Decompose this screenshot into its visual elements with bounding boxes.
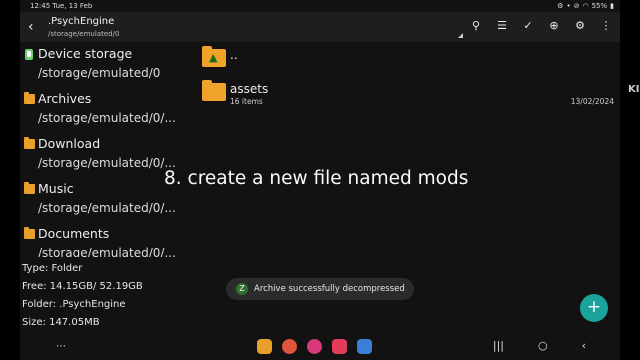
sidebar-item-path: /storage/emulated/0/... [38, 201, 176, 215]
app-drawer-icon[interactable]: ⋯ [56, 341, 66, 352]
device-storage-icon [25, 49, 33, 60]
info-type: Type: Folder [22, 263, 83, 274]
recents-icon[interactable]: ||| [493, 339, 504, 352]
sidebar-item-documents[interactable]: Documents /storage/emulated/0/... [20, 222, 196, 257]
sidebar-item-path: /storage/emulated/0 [38, 66, 161, 80]
status-bar: 12:45 Tue, 13 Feb ⚙ • ⊘ ◠ 55% ▮ [20, 0, 620, 12]
battery-icon: ▮ [610, 2, 614, 10]
gallery-app-icon[interactable] [307, 339, 322, 354]
toast-message: Z Archive successfully decompressed [226, 278, 414, 300]
mute-icon: ⊘ [573, 2, 580, 10]
add-fab-button[interactable]: + [580, 294, 608, 322]
settings-icon: ⚙ [557, 2, 564, 10]
sidebar-item-label: Device storage [38, 46, 133, 61]
back-arrow-icon[interactable]: ‹ [28, 18, 42, 36]
sidebar-item-path: /storage/emulated/0/... [38, 156, 176, 170]
status-icons: ⚙ • ⊘ ◠ 55% ▮ [557, 2, 614, 10]
folder-icon [202, 80, 226, 101]
info-free-space: Free: 14.15GB/ 52.19GB [22, 281, 143, 292]
status-time: 12:45 Tue, 13 Feb [30, 2, 93, 10]
info-folder: Folder: .PsychEngine [22, 299, 126, 310]
contacts-app-icon[interactable] [282, 339, 297, 354]
camera-app-icon[interactable] [332, 339, 347, 354]
app-dock [257, 339, 372, 354]
page-title: .PsychEngine [48, 16, 115, 27]
file-name: assets [230, 82, 269, 96]
file-name: .. [230, 48, 238, 62]
system-nav-bar: ⋯ ||| ○ ‹ [20, 334, 620, 360]
sidebar-item-path: /storage/emulated/0/... [38, 246, 176, 257]
sidebar-item-label: Music [38, 181, 74, 196]
file-item-count: 16 items [230, 97, 263, 106]
sidebar-item-archives[interactable]: Archives /storage/emulated/0/... [20, 87, 196, 132]
toast-text: Archive successfully decompressed [254, 284, 405, 294]
sidebar-item-path: /storage/emulated/0/... [38, 111, 176, 125]
tutorial-caption: 8. create a new file named mods [164, 168, 469, 189]
file-date: 13/02/2024 [570, 97, 614, 106]
calendar-app-icon[interactable] [357, 339, 372, 354]
sidebar-item-device-storage[interactable]: Device storage /storage/emulated/0 [20, 42, 196, 87]
folder-icon [24, 182, 35, 194]
sidebar-item-label: Download [38, 136, 101, 151]
app-screen: 12:45 Tue, 13 Feb ⚙ • ⊘ ◠ 55% ▮ ‹ .Psych… [20, 0, 620, 360]
sidebar-item-label: Documents [38, 226, 110, 241]
back-icon[interactable]: ‹ [582, 339, 586, 352]
current-path: /storage/emulated/0 [48, 30, 120, 38]
info-size: Size: 147.05MB [22, 317, 100, 328]
list-view-icon[interactable]: ☰ [496, 19, 508, 33]
sidebar-item-label: Archives [38, 91, 92, 106]
sort-indicator-icon [458, 33, 463, 38]
folder-icon [24, 227, 35, 239]
app-header: ‹ .PsychEngine /storage/emulated/0 ⚲ ☰ ✓… [20, 12, 620, 42]
files-app-icon[interactable] [257, 339, 272, 354]
wifi-icon: ◠ [582, 2, 589, 10]
edge-watermark: KI [628, 84, 640, 95]
folder-icon [24, 137, 35, 149]
parent-folder-icon: ▲ [202, 46, 226, 67]
add-circle-icon[interactable]: ⊕ [548, 19, 560, 33]
home-icon[interactable]: ○ [538, 339, 548, 352]
overflow-menu-icon[interactable]: ⋮ [600, 19, 612, 33]
file-row-parent[interactable]: ▲ .. [202, 46, 614, 80]
folder-icon [24, 92, 35, 104]
nav-buttons: ||| ○ ‹ [493, 339, 586, 352]
file-row-assets[interactable]: assets 16 items 13/02/2024 [202, 80, 614, 114]
multi-select-icon[interactable]: ✓ [522, 19, 534, 33]
folder-info-panel: Type: Folder Free: 14.15GB/ 52.19GB Fold… [22, 260, 143, 332]
gear-icon[interactable]: ⚙ [574, 19, 586, 33]
sidebar: Device storage /storage/emulated/0 Archi… [20, 42, 196, 257]
app-icon: Z [236, 283, 248, 295]
battery-text: 55% [591, 2, 608, 10]
dot-icon: • [566, 2, 571, 10]
header-actions: ⚲ ☰ ✓ ⊕ ⚙ ⋮ [470, 19, 612, 33]
search-icon[interactable]: ⚲ [470, 19, 482, 33]
